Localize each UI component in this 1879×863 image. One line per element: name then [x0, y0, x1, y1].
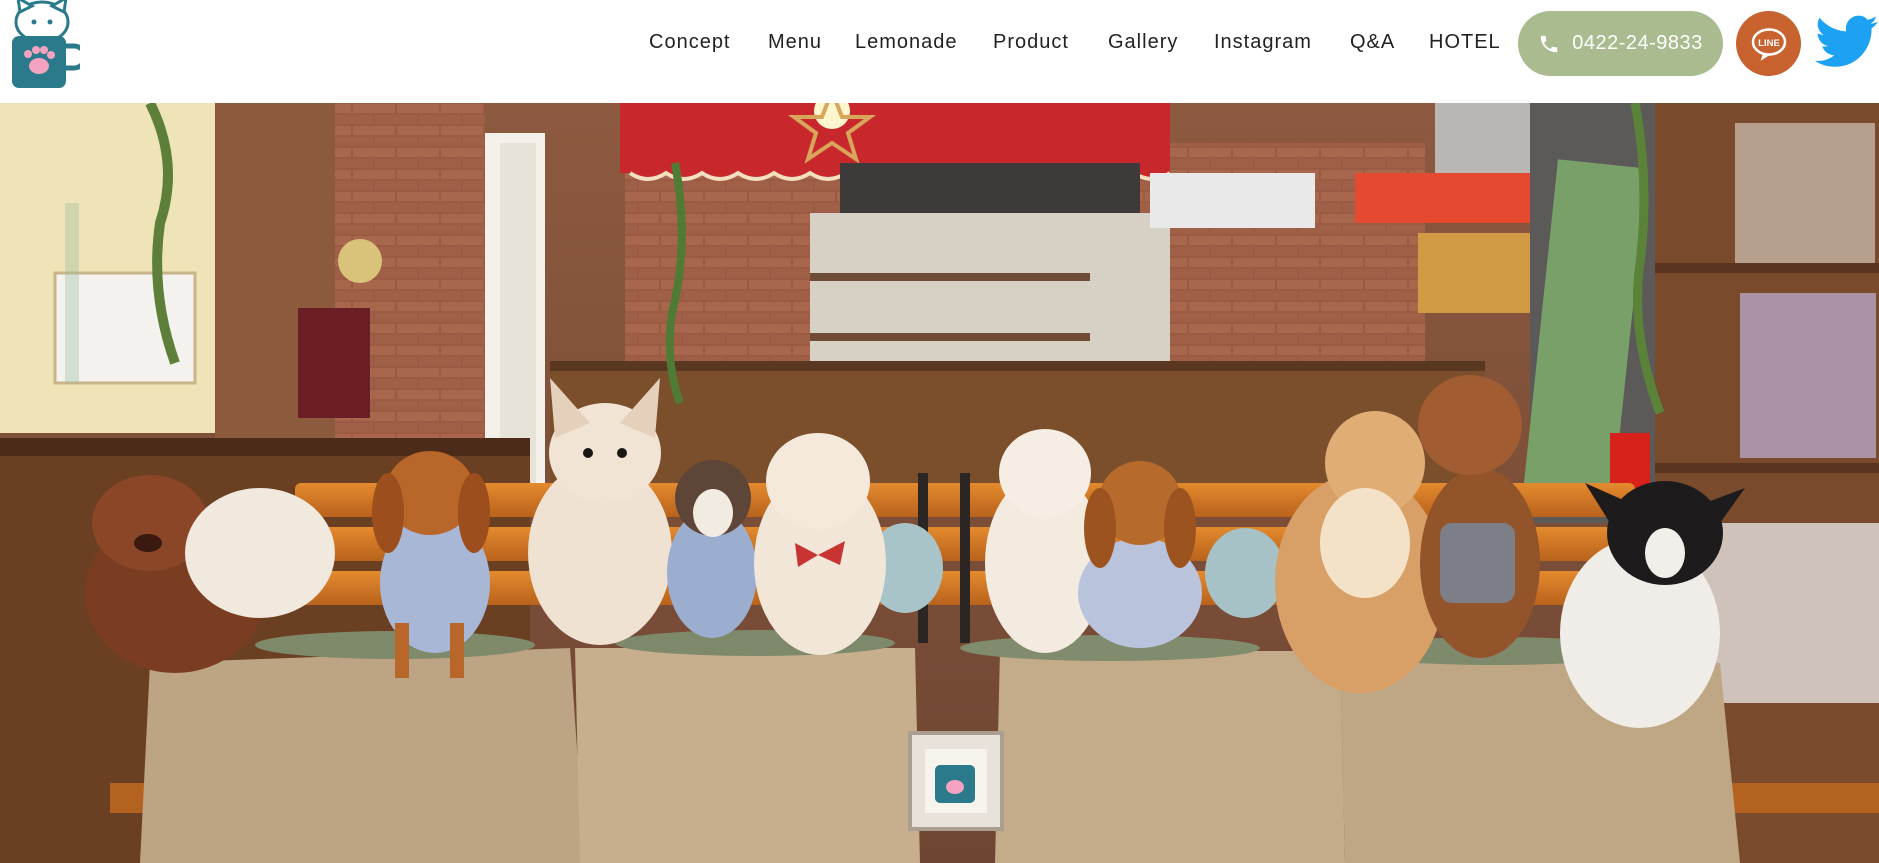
site-header: Concept Menu Lemonade Product Gallery In… [0, 0, 1879, 103]
nav-gallery[interactable]: Gallery [1108, 31, 1178, 54]
phone-icon [1540, 35, 1558, 52]
dog-dachshund-2 [1078, 461, 1202, 648]
hero-photo [0, 103, 1879, 863]
line-chat-icon: LINE [1751, 27, 1786, 61]
line-button[interactable]: LINE [1736, 11, 1801, 76]
phone-button[interactable]: 0422-24-9833 [1518, 11, 1723, 76]
nav-lemonade[interactable]: Lemonade [855, 31, 958, 54]
framed-logo [908, 731, 1004, 831]
dog-cafe-photo [0, 103, 1879, 863]
dog-chihuahua-2 [667, 460, 757, 638]
dog-chihuahua-3 [754, 433, 886, 655]
nav-qa[interactable]: Q&A [1350, 31, 1395, 54]
line-label: LINE [1758, 38, 1780, 49]
nav-concept[interactable]: Concept [649, 31, 731, 54]
phone-number: 0422-24-9833 [1572, 32, 1703, 54]
nav-menu[interactable]: Menu [768, 31, 822, 54]
logo-icon[interactable] [4, 0, 80, 92]
nav-product[interactable]: Product [993, 31, 1069, 54]
nav-hotel[interactable]: HOTEL [1429, 31, 1501, 54]
nav-instagram[interactable]: Instagram [1214, 31, 1312, 54]
twitter-bird-icon[interactable] [1815, 14, 1879, 70]
